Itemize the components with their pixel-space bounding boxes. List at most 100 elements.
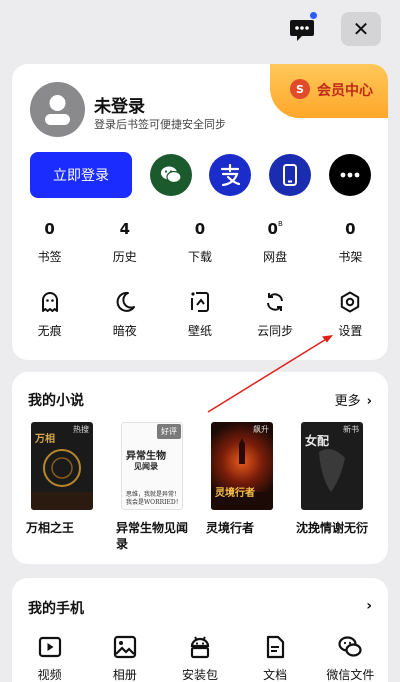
cover-tag: 新书 [343,425,359,434]
book-cover: 好评 异常生物 见闻录 思维，我就是异常！ 我会是WORRIED！ [121,422,183,510]
alipay-icon [220,163,241,187]
stat-cloud-drive[interactable]: 0B 网盘 [238,220,313,265]
book-item[interactable]: 好评 异常生物 见闻录 思维，我就是异常！ 我会是WORRIED！ 异常生物见闻… [116,422,196,552]
cover-title: 女配 [305,434,330,448]
stat-label: 历史 [112,250,137,264]
book-list: 热搜 万相 万相之王 好评 异常生物 见闻录 思维，我就是异常！ 我会是WORR… [26,422,376,552]
book-cover: 热搜 万相 [31,422,93,510]
book-item[interactable]: 热搜 万相 万相之王 [26,422,106,552]
album-icon [113,635,136,659]
cover-title: 灵境行者 [215,488,255,499]
tool-label: 云同步 [257,324,294,338]
more-login-button[interactable] [329,154,371,196]
stat-label: 网盘 [263,250,288,264]
book-item[interactable]: 飙升 灵境行者 灵境行者 [206,422,286,552]
cover-tag: 好评 [157,424,181,439]
more-link[interactable]: 更多 › [335,390,372,409]
phone-item-apk[interactable]: 安装包 [162,634,237,682]
book-title: 异常生物见闻录 [116,521,189,551]
stat-unit: B [277,220,283,228]
tool-settings[interactable]: 设置 [313,290,388,339]
phone-item-label: 文档 [263,668,288,682]
unread-dot [310,12,317,19]
tool-label: 壁纸 [187,324,212,338]
more-icon [340,172,360,178]
login-subtitle: 登录后书签可便捷安全同步 [94,118,226,131]
cover-subtitle: 见闻录 [134,461,158,471]
phone-item-documents[interactable]: 文档 [238,634,313,682]
account-card: S 会员中心 未登录 登录后书签可便捷安全同步 立即登录 0 书签 4 历史 0… [12,64,388,360]
my-novels-card: 我的小说 更多 › 热搜 万相 万相之王 好评 异常生物 见闻录 思维，我就是异常… [12,372,388,564]
tool-label: 设置 [338,324,363,338]
video-icon [38,636,61,658]
login-button[interactable]: 立即登录 [30,152,132,198]
book-title: 万相之王 [26,521,75,535]
vip-badge: S [290,79,310,99]
user-icon [45,95,70,125]
close-button[interactable]: ✕ [341,12,381,46]
stat-value: 0 [267,220,278,238]
stat-label: 下载 [187,250,212,264]
document-icon [267,635,285,659]
cover-tag: 热搜 [73,425,89,434]
phone-item-label: 相册 [112,668,137,682]
wechat-icon [161,166,182,184]
tools-row: 无痕 暗夜 壁纸 云同步 设置 [12,290,388,339]
phone-item-label: 视频 [37,668,62,682]
phone-item-album[interactable]: 相册 [87,634,162,682]
android-icon [190,636,210,659]
stat-downloads[interactable]: 0 下载 [162,220,237,265]
stat-value: 0 [44,220,55,238]
wechat-file-icon [338,636,362,657]
my-phone-card: 我的手机 › 视频 相册 安装包 文档 微信文件 [12,578,388,682]
ghost-icon [41,292,58,312]
top-bar: ✕ [0,0,400,56]
book-title: 灵境行者 [206,521,255,535]
phone-icon [283,164,297,186]
stat-label: 书架 [338,250,363,264]
phone-items-row: 视频 相册 安装包 文档 微信文件 [12,634,388,682]
cover-line: 我会是WORRIED！ [126,499,182,506]
login-status-title[interactable]: 未登录 [94,92,145,117]
phone-item-wechat-files[interactable]: 微信文件 [313,634,388,682]
chevron-right-icon[interactable]: › [366,598,372,614]
stat-bookshelf[interactable]: 0 书架 [313,220,388,265]
vip-center-button[interactable]: S 会员中心 [270,64,388,118]
stat-value: 0 [194,220,206,238]
stat-value: 0 [345,220,356,238]
book-cover: 飙升 灵境行者 [211,422,273,510]
cover-title: 万相 [35,434,55,445]
tool-night-mode[interactable]: 暗夜 [87,290,162,339]
book-cover: 新书 女配 [301,422,363,510]
book-item[interactable]: 新书 女配 沈挽情谢无衍 [296,422,376,552]
vip-center-label: 会员中心 [317,83,373,99]
stat-value: 4 [119,220,130,238]
stat-bookmarks[interactable]: 0 书签 [12,220,87,265]
tool-wallpaper[interactable]: 壁纸 [162,290,237,339]
phone-item-video[interactable]: 视频 [12,634,87,682]
more-label: 更多 [334,394,361,409]
settings-icon [341,291,360,313]
tool-cloud-sync[interactable]: 云同步 [238,290,313,339]
stat-history[interactable]: 4 历史 [87,220,162,265]
section-title: 我的小说 [28,393,84,409]
tool-incognito[interactable]: 无痕 [12,290,87,339]
cover-title: 异常生物 [126,451,166,462]
alipay-login-button[interactable] [209,154,251,196]
book-title: 沈挽情谢无衍 [296,521,369,535]
message-button[interactable] [287,12,317,44]
section-title: 我的手机 [28,601,84,617]
stat-label: 书签 [37,250,62,264]
phone-item-label: 安装包 [181,668,218,682]
stats-row: 0 书签 4 历史 0 下载 0B 网盘 0 书架 [12,220,388,265]
wallpaper-icon [190,292,209,312]
cover-tag: 飙升 [253,425,269,434]
avatar[interactable] [30,82,85,137]
chevron-right-icon: › [366,394,372,409]
tool-label: 无痕 [37,324,62,338]
wechat-login-button[interactable] [150,154,192,196]
tool-label: 暗夜 [112,324,137,338]
phone-login-button[interactable] [269,154,311,196]
phone-item-label: 微信文件 [326,668,375,682]
moon-icon [116,291,135,312]
